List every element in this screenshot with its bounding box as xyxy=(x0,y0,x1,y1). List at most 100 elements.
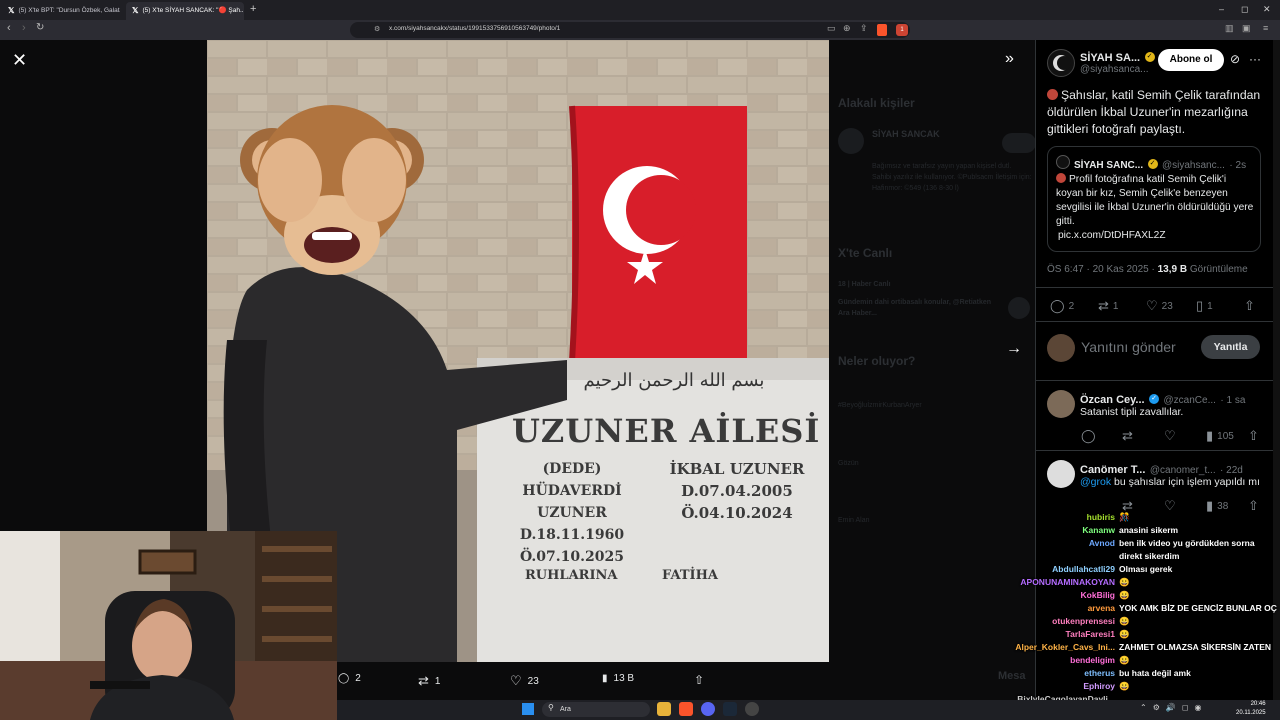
like-action[interactable]: ♡ 23 xyxy=(510,673,539,689)
like-stat[interactable]: ♡ 23 xyxy=(1146,298,1173,314)
reply-body: bu şahıslar için işlem yapıldı mı xyxy=(1111,476,1260,488)
discord-icon[interactable] xyxy=(701,702,715,716)
related-name: SİYAH SANCAK xyxy=(872,129,940,139)
taskbar-search[interactable]: Ara xyxy=(542,702,650,717)
share-action[interactable]: ⇧ xyxy=(1248,428,1259,444)
search-icon: ⚲ xyxy=(548,703,554,712)
reply-handle[interactable]: @canomer_t... xyxy=(1150,465,1216,476)
reload-icon[interactable]: ↻ xyxy=(36,22,44,33)
reply-time: · 22d xyxy=(1220,465,1243,476)
subscribe-button[interactable]: Abone ol xyxy=(1158,49,1224,71)
chat-username[interactable]: arvena xyxy=(990,602,1115,615)
quote-link[interactable]: pic.x.com/DtDHFAXL2Z xyxy=(1058,230,1166,241)
chat-username[interactable]: Ephiroy xyxy=(990,680,1115,693)
heart-icon: ♡ xyxy=(1146,298,1158,313)
chat-text: YOK AMK BİZ DE GENCİZ BUNLAR OÇ xyxy=(1119,603,1277,613)
chat-username[interactable]: TarlaFaresi1 xyxy=(990,628,1115,641)
browser-tab-active[interactable]: 𝕏 (5) X'te SİYAH SANCAK: "🔴 Şah... × xyxy=(126,2,244,20)
zoom-icon[interactable]: ⊕ xyxy=(843,23,851,34)
chat-text: ZAHMET OLMAZSA SİKERSİN ZATEN xyxy=(1119,642,1272,652)
chat-text: 🎊 xyxy=(1119,512,1130,522)
more-icon[interactable]: ··· xyxy=(1249,52,1261,66)
sidebar-icon[interactable]: ▥ xyxy=(1225,23,1234,34)
like-action[interactable]: ♡ xyxy=(1164,428,1176,444)
browser-tab[interactable]: 𝕏 (5) X'te BPT: "Dursun Özbek, Galatasa.… xyxy=(2,2,120,20)
verified-icon: ✓ xyxy=(1149,393,1160,404)
forward-icon[interactable]: › xyxy=(22,22,26,34)
stone-right-birth: D.07.04.2005 xyxy=(681,482,793,500)
live-text: Gündemin dahi ortibasalı konular, @Retia… xyxy=(838,299,992,317)
chat-username[interactable]: otukenprensesi xyxy=(990,615,1115,628)
live-heading: X'te Canlı xyxy=(838,246,893,260)
wallet-icon[interactable]: ▣ xyxy=(1242,23,1251,34)
reply-icon: ◯ xyxy=(1050,298,1065,313)
chat-username[interactable]: KokBilig xyxy=(990,589,1115,602)
steam-icon[interactable] xyxy=(723,702,737,716)
maximize-icon[interactable]: ◻ xyxy=(1241,4,1248,15)
brave-shield-icon[interactable] xyxy=(877,24,887,36)
verified-gold-icon: ✓ xyxy=(1147,158,1158,169)
share-stat[interactable]: ⇧ xyxy=(1244,298,1255,314)
next-arrow-icon[interactable]: → xyxy=(1006,340,1022,358)
chat-username[interactable]: bendeligim xyxy=(990,654,1115,667)
share-icon[interactable]: ⇪ xyxy=(860,23,868,34)
repost-action[interactable]: ⇄ 1 xyxy=(418,673,440,689)
chat-message: TarlaFaresi1 😀 xyxy=(990,628,1275,641)
chat-username[interactable]: Avnod xyxy=(990,537,1115,550)
chat-username[interactable]: Alper_Kokler_Cavs_Ini... xyxy=(990,641,1115,654)
reply-author[interactable]: Canömer T... xyxy=(1080,464,1145,476)
reply-input[interactable]: Yanıtını gönder xyxy=(1081,339,1176,355)
repost-stat[interactable]: ⇄ 1 xyxy=(1098,298,1118,314)
chat-username[interactable]: etherus xyxy=(990,667,1115,680)
views-action[interactable]: ▮ 105 xyxy=(1206,428,1234,444)
reply-text: @grok bu şahıslar için işlem yapıldı mı xyxy=(1080,476,1260,488)
red-circle-icon xyxy=(1047,89,1058,100)
avatar[interactable] xyxy=(1047,390,1075,418)
new-tab-button[interactable]: + xyxy=(250,3,256,15)
minimize-icon[interactable]: – xyxy=(1219,4,1224,14)
like-count: 23 xyxy=(1161,300,1173,312)
close-window-icon[interactable]: ✕ xyxy=(1263,4,1271,15)
back-icon[interactable]: ‹ xyxy=(7,22,11,34)
reply-action[interactable]: ◯ xyxy=(1081,428,1096,444)
reply-action[interactable]: ◯ 2 xyxy=(338,673,361,684)
reply-author[interactable]: Özcan Cey... xyxy=(1080,394,1145,406)
chat-username[interactable]: Abdullahcatli29 xyxy=(990,563,1115,576)
share-icon: ⇧ xyxy=(1244,298,1255,313)
mention-link[interactable]: @grok xyxy=(1080,476,1111,488)
cast-icon[interactable]: ▭ xyxy=(827,23,836,34)
author-handle[interactable]: @siyahsanca... xyxy=(1080,64,1149,75)
avatar[interactable] xyxy=(1047,460,1075,488)
views-action[interactable]: ▮ 13 B xyxy=(602,673,634,684)
reply-handle[interactable]: @zcanCe... xyxy=(1164,395,1216,406)
menu-icon[interactable]: ≡ xyxy=(1263,23,1268,33)
chat-username[interactable]: hubiris xyxy=(990,511,1115,524)
bookmark-count: 1 xyxy=(1207,300,1213,312)
close-icon[interactable]: ✕ xyxy=(12,50,27,71)
brave-rewards-icon[interactable]: 1 xyxy=(896,24,908,36)
share-action[interactable]: ⇧ xyxy=(694,673,704,687)
grok-icon[interactable]: ⊘ xyxy=(1230,52,1240,66)
chat-username[interactable]: Kananw xyxy=(990,524,1115,537)
taskbar-clock[interactable]: 20:46 20.11.2025 xyxy=(1236,700,1266,718)
follow-button-ghost xyxy=(1002,133,1036,153)
chat-text: Olması gerek xyxy=(1119,564,1173,574)
tray-icons[interactable]: ⌃⚙🔊◻◉ xyxy=(1140,703,1207,712)
brave-browser-icon[interactable] xyxy=(679,702,693,716)
obs-icon[interactable] xyxy=(745,702,759,716)
site-info-icon[interactable]: ⚙ xyxy=(374,25,380,33)
stone-left-death: Ö.07.10.2025 xyxy=(520,549,624,565)
tweet-time: ÖS 6:47 · 20 Kas 2025 · xyxy=(1047,264,1158,275)
repost-action[interactable]: ⇄ xyxy=(1122,428,1133,444)
reply-stat[interactable]: ◯ 2 xyxy=(1050,298,1074,314)
stone-left-name2: UZUNER xyxy=(537,505,607,521)
chat-username[interactable]: APONUNAMINAKOYAN xyxy=(990,576,1115,589)
windows-start-icon[interactable] xyxy=(522,703,534,715)
taskbar xyxy=(337,700,1280,720)
file-explorer-icon[interactable] xyxy=(657,702,671,716)
collapse-panel-icon[interactable]: » xyxy=(1005,50,1014,68)
chat-text: 😀 xyxy=(1119,577,1130,587)
bookmark-stat[interactable]: ▯ 1 xyxy=(1196,298,1213,314)
avatar[interactable] xyxy=(1047,49,1075,77)
reply-button[interactable]: Yanıtla xyxy=(1201,335,1260,359)
